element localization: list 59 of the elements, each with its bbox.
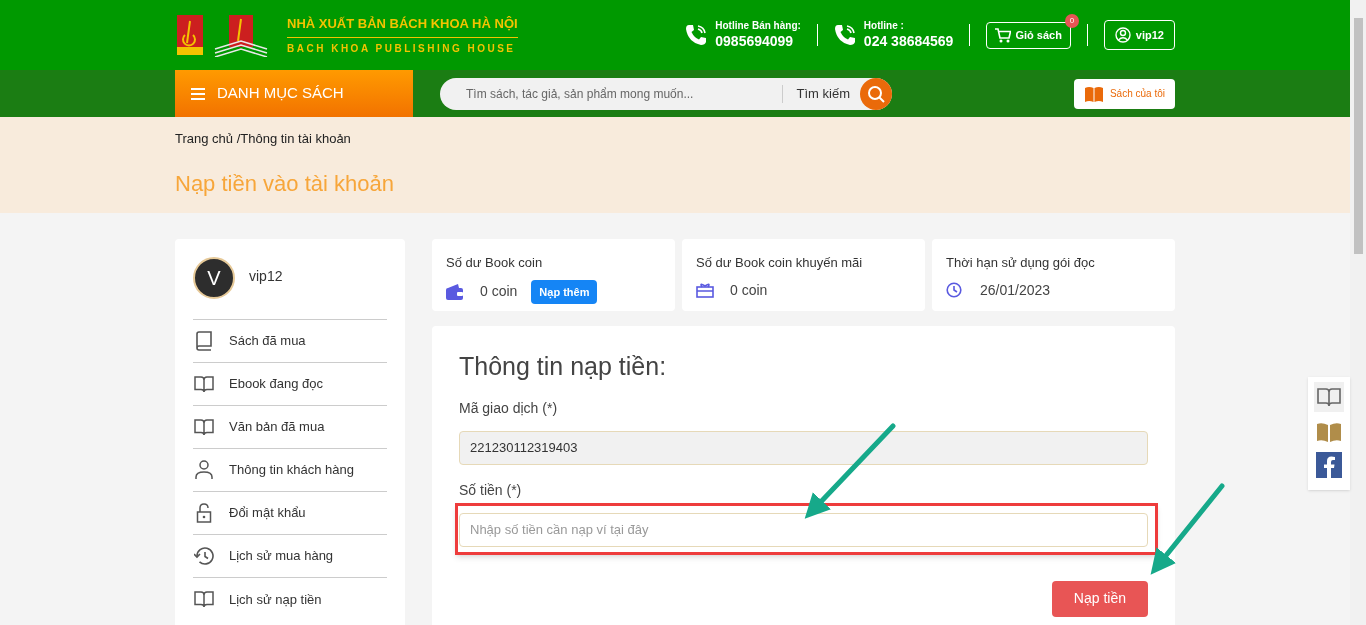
open-book-icon <box>194 591 214 608</box>
cart-icon <box>995 27 1012 43</box>
field-label: Số tiền (*) <box>459 480 523 500</box>
cart-count-badge: 0 <box>1064 13 1079 28</box>
book-icon <box>1083 85 1104 102</box>
cart-button[interactable]: Giỏ sách <box>986 21 1071 49</box>
search-field[interactable]: Tìm sách, tác giả, sản phẩm mong muốn... Tìm kiếm <box>440 77 892 110</box>
stat-title: Thời hạn sử dụng gói đọc <box>946 254 1096 272</box>
facebook-button[interactable] <box>1316 452 1342 478</box>
sidebar-item[interactable]: Sách đã mua <box>193 320 387 363</box>
facebook-icon <box>1323 456 1335 478</box>
stat-value: 0 coin <box>730 280 768 300</box>
scrollbar-thumb[interactable] <box>1353 18 1363 254</box>
stat-value: 0 coin <box>480 282 518 302</box>
phone-icon <box>685 24 708 46</box>
lock-icon <box>196 503 212 523</box>
clock-icon <box>946 282 962 298</box>
account-button[interactable]: vip12 <box>1103 20 1175 50</box>
stat-value: 26/01/2023 <box>980 280 1051 300</box>
hotline-label: Hotline Bán hàng: <box>715 20 801 33</box>
menu-icon <box>191 87 205 100</box>
hotline-number: 024 38684569 <box>863 32 954 50</box>
top-up-button[interactable]: Nạp thêm <box>531 279 598 304</box>
user-icon <box>1114 27 1131 43</box>
open-book-button[interactable] <box>1314 382 1344 412</box>
sidebar-item[interactable]: Đổi mật khẩu <box>193 492 387 535</box>
stat-title: Số dư Book coin <box>446 254 544 272</box>
stat-title: Số dư Book coin khuyến mãi <box>696 254 864 272</box>
book-icon <box>195 331 213 351</box>
brand-subtitle: BACH KHOA PUBLISHING HOUSE <box>287 41 517 56</box>
username: vip12 <box>249 266 283 286</box>
sidebar-item[interactable]: Lịch sử mua hàng <box>193 535 387 578</box>
sidebar-item[interactable]: Văn bản đã mua <box>193 406 387 449</box>
book-icon <box>1316 422 1342 442</box>
user-icon <box>195 460 213 480</box>
field-label: Mã giao dịch (*) <box>459 398 559 418</box>
sidebar-item[interactable]: Ebook đang đọc <box>193 363 387 406</box>
search-icon <box>867 84 885 103</box>
page-title: Nạp tiền vào tài khoản <box>175 169 395 198</box>
sidebar-item[interactable]: Lịch sử nạp tiền <box>193 578 387 621</box>
input-field[interactable]: Nhập số tiền cần nạp ví tại đây <box>459 512 1148 547</box>
brand-title: NHÀ XUẤT BẢN BÁCH KHOA HÀ NỘI <box>287 14 518 38</box>
form-title: Thông tin nạp tiền: <box>459 351 668 382</box>
wallet-icon <box>446 283 464 300</box>
open-book-icon <box>194 418 214 436</box>
phone-icon <box>833 24 856 46</box>
open-book-icon <box>194 375 214 393</box>
hotline-label: Hotline : <box>863 20 905 33</box>
hotline-number: 0985694099 <box>715 32 795 50</box>
sidebar-item[interactable]: Thông tin khách hàng <box>193 449 387 492</box>
search-button-label[interactable]: Tìm kiếm <box>782 83 860 104</box>
breadcrumb: Trang chủ /Thông tin tài khoản <box>175 130 352 148</box>
history-icon <box>194 547 214 565</box>
avatar: V <box>193 257 235 299</box>
open-book-icon <box>1317 387 1341 407</box>
input-field: 221230112319403 <box>459 430 1148 465</box>
search-button[interactable] <box>860 77 892 110</box>
deposit-button[interactable]: Nạp tiền <box>1051 580 1148 617</box>
gift-icon <box>696 282 714 298</box>
